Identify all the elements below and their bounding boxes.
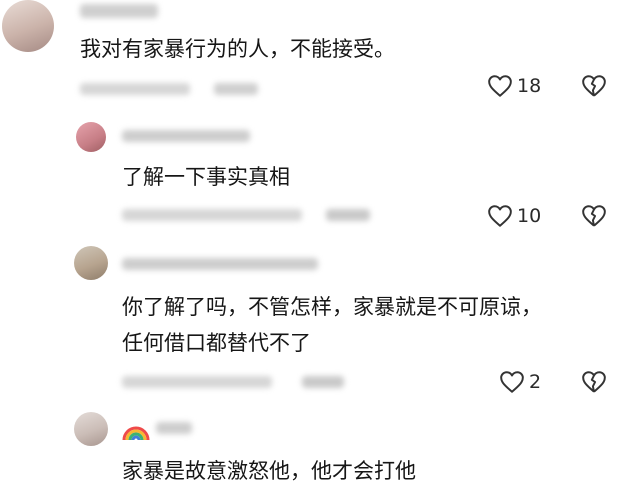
avatar[interactable] — [76, 122, 106, 152]
comment-item-1: 我对有家暴行为的人，不能接受。 18 — [0, 0, 640, 115]
like-button[interactable]: 10 — [487, 204, 541, 228]
reply-link-blurred[interactable] — [302, 376, 344, 388]
avatar[interactable] — [74, 412, 108, 446]
broken-heart-icon — [581, 204, 607, 228]
comment-text: 你了解了吗，不管怎样，家暴就是不可原谅， — [122, 295, 542, 319]
reply-link-blurred[interactable] — [214, 83, 258, 95]
rainbow-icon — [121, 416, 151, 446]
broken-heart-icon — [581, 74, 607, 98]
dislike-button[interactable] — [581, 370, 607, 394]
timestamp-blurred — [122, 376, 272, 388]
comment-item-3: 你了解了吗，不管怎样，家暴就是不可原谅， 任何借口都替代不了 2 — [0, 242, 640, 402]
heart-outline-icon — [487, 74, 513, 98]
heart-outline-icon — [499, 370, 525, 394]
reply-link-blurred[interactable] — [326, 209, 370, 221]
username-blurred[interactable] — [156, 422, 192, 434]
comment-text: 了解一下事实真相 — [122, 165, 290, 189]
comment-text: 任何借口都替代不了 — [122, 331, 311, 355]
like-button[interactable]: 2 — [499, 370, 541, 394]
username-blurred[interactable] — [122, 130, 250, 142]
like-count: 10 — [517, 205, 542, 227]
dislike-button[interactable] — [581, 204, 607, 228]
avatar[interactable] — [74, 246, 108, 280]
like-count: 18 — [517, 75, 542, 97]
timestamp-blurred — [122, 209, 302, 221]
heart-outline-icon — [487, 204, 513, 228]
comment-item-4: 家暴是故意激怒他，他才会打他 — [0, 408, 640, 492]
avatar[interactable] — [2, 0, 54, 52]
timestamp-blurred — [80, 83, 190, 95]
like-button[interactable]: 18 — [487, 74, 541, 98]
username-blurred[interactable] — [80, 4, 158, 18]
dislike-button[interactable] — [581, 74, 607, 98]
broken-heart-icon — [581, 370, 607, 394]
username-blurred[interactable] — [122, 258, 318, 270]
comment-text: 家暴是故意激怒他，他才会打他 — [122, 459, 416, 483]
like-count: 2 — [529, 371, 542, 393]
comment-text: 我对有家暴行为的人，不能接受。 — [80, 37, 395, 61]
comment-item-2: 了解一下事实真相 10 — [0, 118, 640, 233]
